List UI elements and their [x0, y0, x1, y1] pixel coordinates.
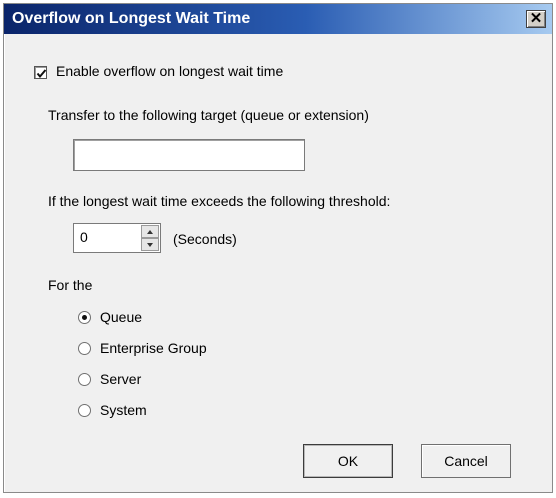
spin-buttons: [141, 225, 159, 251]
enable-overflow-checkbox[interactable]: [34, 66, 47, 79]
dialog-title: Overflow on Longest Wait Time: [12, 10, 251, 27]
radio-queue-label[interactable]: Queue: [100, 309, 142, 325]
arrow-down-icon: [147, 243, 153, 247]
radio-system-label[interactable]: System: [100, 402, 147, 418]
threshold-label: If the longest wait time exceeds the fol…: [48, 193, 391, 209]
ok-button[interactable]: OK: [303, 444, 393, 478]
threshold-value[interactable]: 0: [80, 229, 88, 245]
threshold-spinbox[interactable]: 0: [73, 223, 161, 253]
radio-queue[interactable]: [78, 311, 91, 324]
transfer-target-label: Transfer to the following target (queue …: [48, 107, 369, 123]
close-button[interactable]: ✕: [526, 10, 546, 28]
close-icon: ✕: [529, 10, 543, 27]
title-bar[interactable]: Overflow on Longest Wait Time ✕: [4, 4, 552, 34]
enable-overflow-label[interactable]: Enable overflow on longest wait time: [56, 63, 283, 79]
radio-server-label[interactable]: Server: [100, 371, 141, 387]
radio-enterprise-group-label[interactable]: Enterprise Group: [100, 340, 207, 356]
radio-server[interactable]: [78, 373, 91, 386]
spin-down-button[interactable]: [141, 238, 159, 251]
overflow-dialog: Overflow on Longest Wait Time ✕ Enable o…: [3, 3, 553, 493]
radio-selected-dot: [82, 315, 87, 320]
radio-enterprise-group[interactable]: [78, 342, 91, 355]
radio-system[interactable]: [78, 404, 91, 417]
cancel-button[interactable]: Cancel: [421, 444, 511, 478]
checkmark-icon: [36, 69, 47, 79]
spin-up-button[interactable]: [141, 225, 159, 238]
arrow-up-icon: [147, 230, 153, 234]
seconds-unit-label: (Seconds): [173, 231, 237, 247]
transfer-target-input[interactable]: [73, 139, 305, 171]
scope-label: For the: [48, 277, 93, 293]
